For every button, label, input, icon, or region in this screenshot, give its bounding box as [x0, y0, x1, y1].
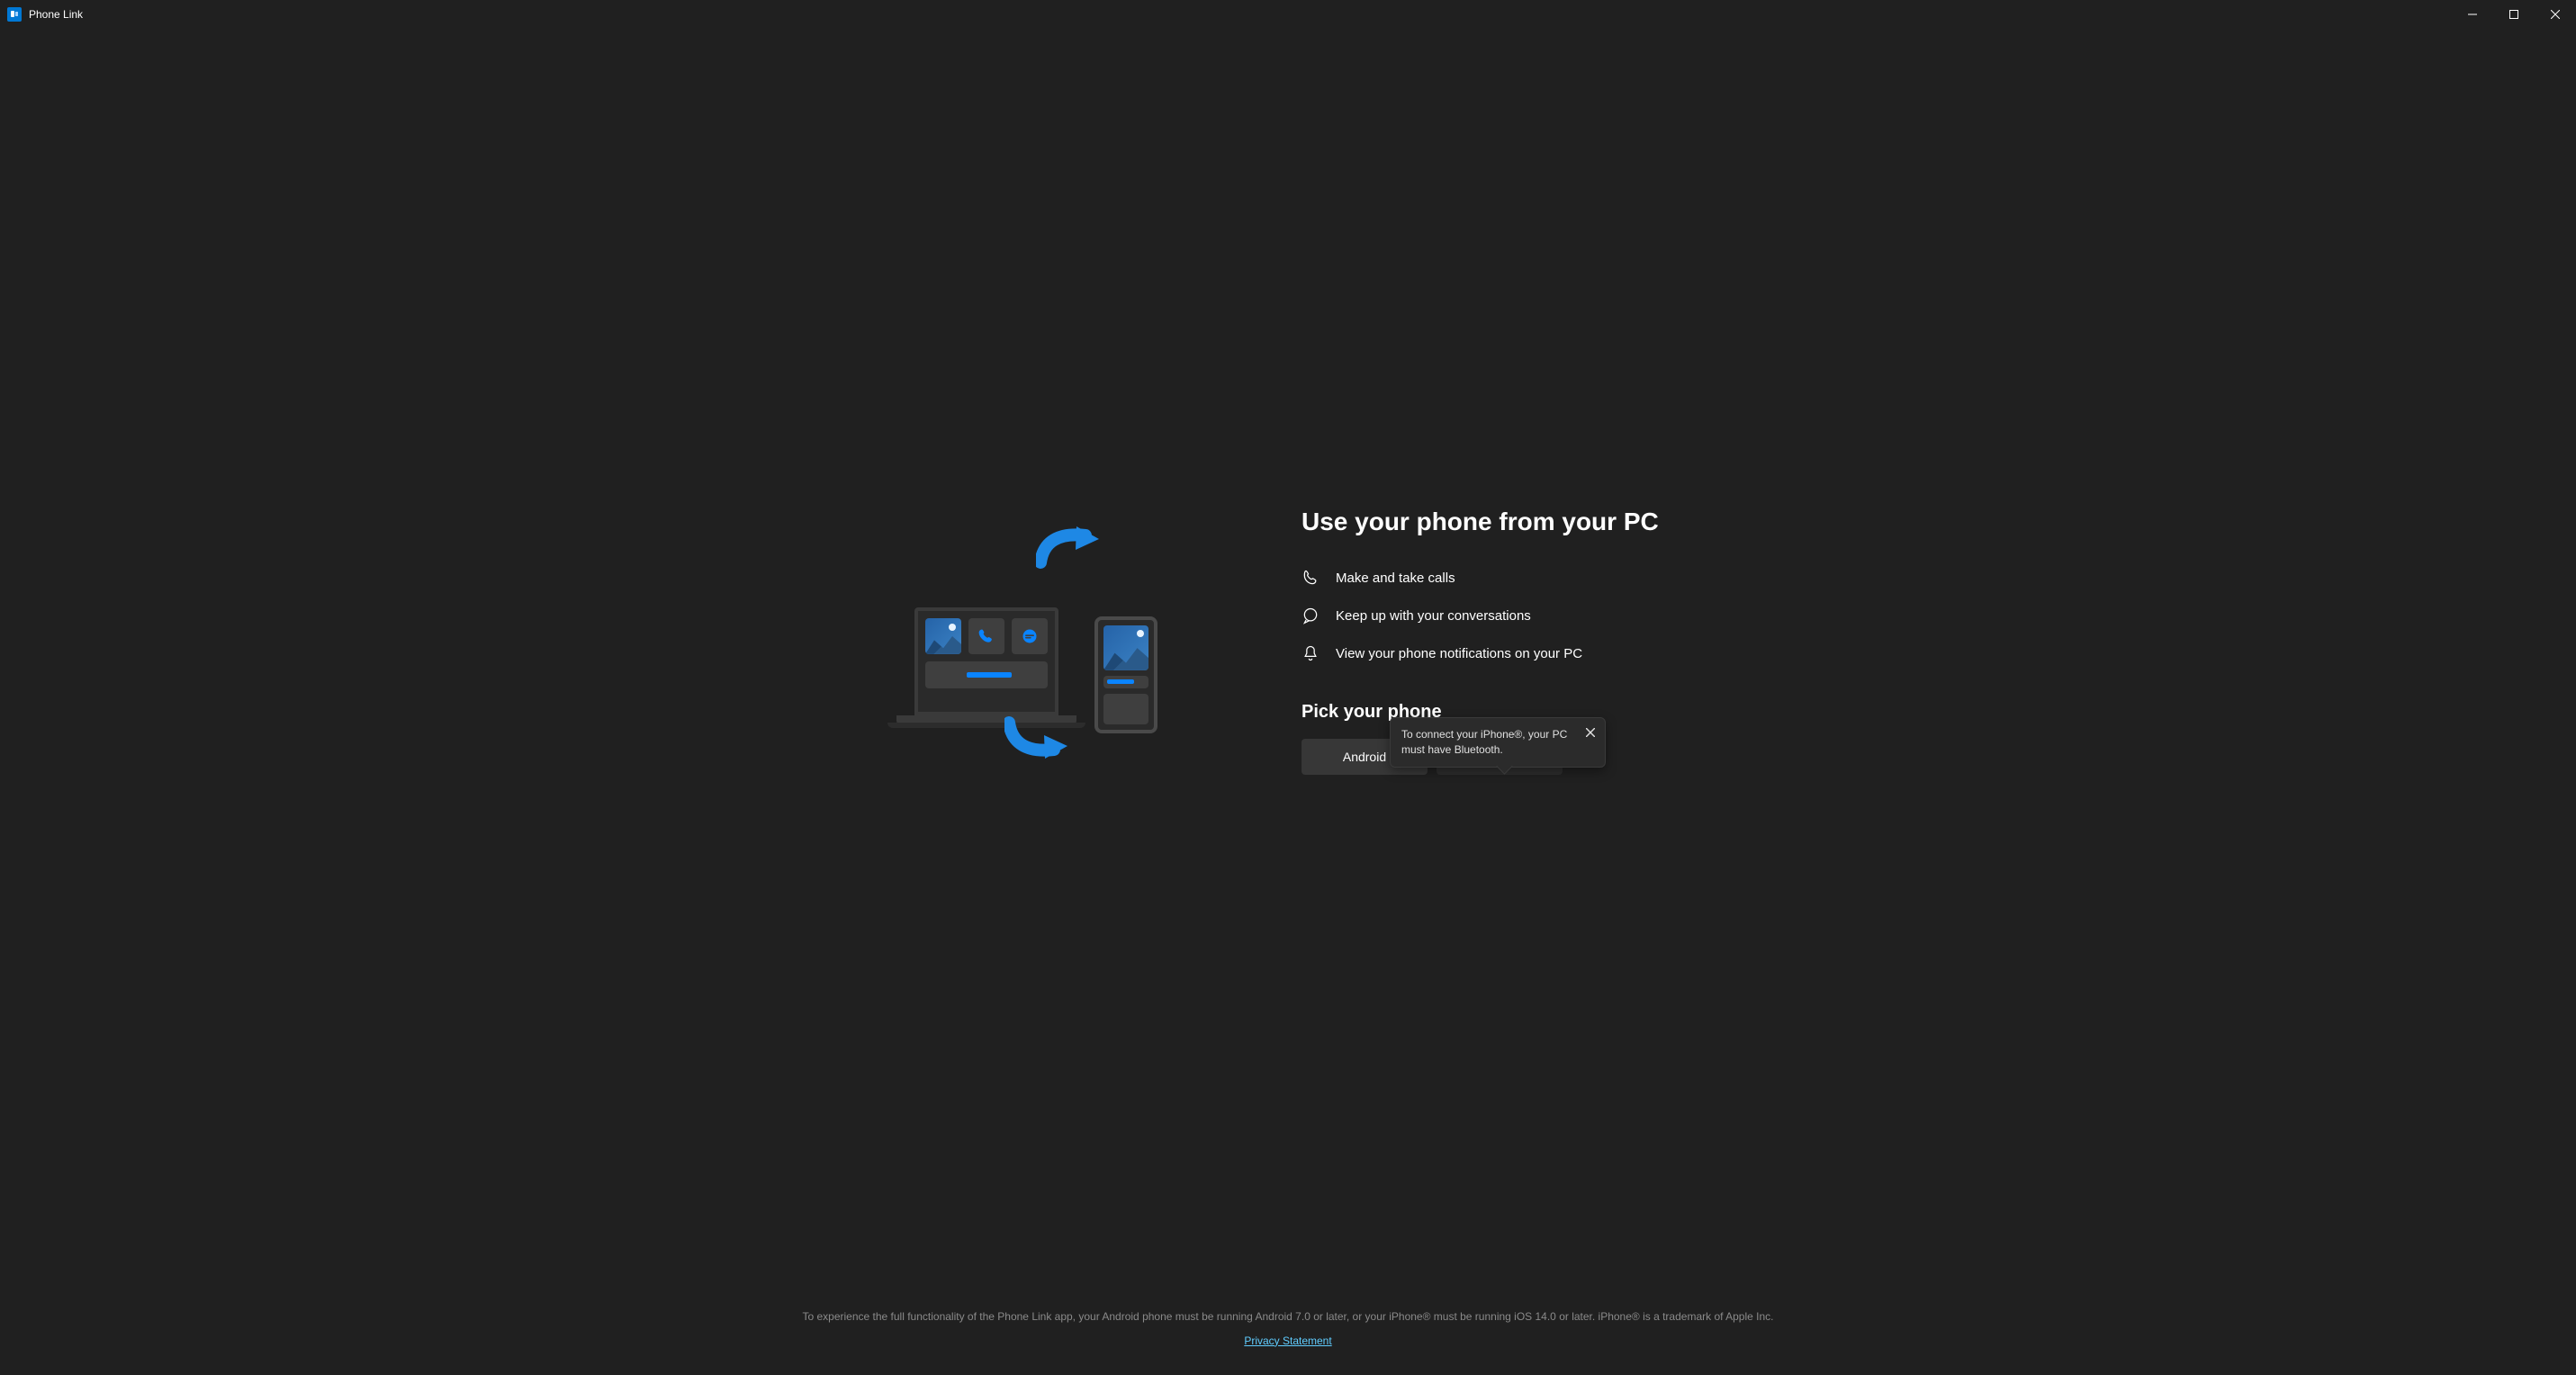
tooltip-text: To connect your iPhone®, your PC must ha…: [1401, 728, 1567, 756]
close-button[interactable]: [2535, 0, 2576, 29]
chat-icon: [1302, 607, 1320, 625]
phone-bar-tile: [1103, 676, 1148, 688]
phone-illustration: [1094, 616, 1157, 733]
titlebar: Phone Link: [0, 0, 2576, 29]
content-area: Use your phone from your PC Make and tak…: [0, 29, 2576, 1375]
right-pane: Use your phone from your PC Make and tak…: [1302, 508, 1680, 775]
headline: Use your phone from your PC: [1302, 508, 1680, 536]
sync-arrow-top-icon: [1036, 526, 1108, 571]
hero-illustration: [896, 534, 1157, 750]
wide-tile: [925, 661, 1048, 688]
call-tile-icon: [968, 618, 1004, 654]
footer: To experience the full functionality of …: [0, 1308, 2576, 1375]
phone-fill-tile: [1103, 694, 1148, 724]
maximize-button[interactable]: [2493, 0, 2535, 29]
laptop-illustration: [914, 607, 1058, 715]
bell-icon: [1302, 644, 1320, 662]
feature-conversations: Keep up with your conversations: [1302, 607, 1680, 625]
minimize-button[interactable]: [2452, 0, 2493, 29]
feature-list: Make and take calls Keep up with your co…: [1302, 569, 1680, 662]
feature-notifications: View your phone notifications on your PC: [1302, 644, 1680, 662]
feature-label: Make and take calls: [1336, 571, 1455, 586]
phone-icon: [1302, 569, 1320, 587]
disclaimer-text: To experience the full functionality of …: [36, 1308, 2540, 1326]
app-icon: [7, 7, 22, 22]
photo-tile-icon: [925, 618, 961, 654]
phone-photo-icon: [1103, 625, 1148, 670]
main-row: Use your phone from your PC Make and tak…: [0, 29, 2576, 1308]
window-controls: [2452, 0, 2576, 29]
feature-label: View your phone notifications on your PC: [1336, 646, 1582, 661]
feature-label: Keep up with your conversations: [1336, 608, 1531, 624]
tooltip-close-button[interactable]: [1581, 723, 1599, 741]
chat-tile-icon: [1012, 618, 1048, 654]
iphone-bluetooth-tooltip: To connect your iPhone®, your PC must ha…: [1390, 717, 1606, 768]
app-title: Phone Link: [29, 8, 83, 21]
feature-calls: Make and take calls: [1302, 569, 1680, 587]
sync-arrow-bottom-icon: [1004, 714, 1076, 759]
privacy-statement-link[interactable]: Privacy Statement: [1244, 1333, 1331, 1350]
